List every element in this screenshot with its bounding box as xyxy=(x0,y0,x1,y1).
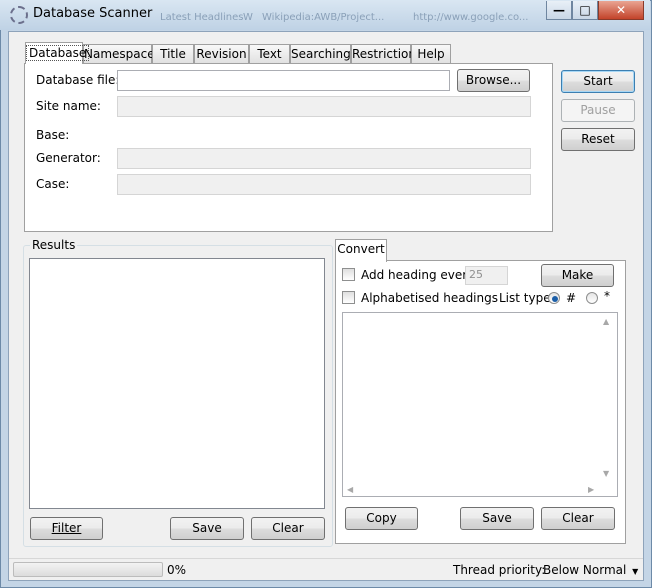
tab-text[interactable]: Text xyxy=(249,44,290,63)
dropdown-arrow-icon: ▼ xyxy=(632,567,639,576)
convert-clear-button[interactable]: Clear xyxy=(541,507,615,530)
list-type-bullet-label: * xyxy=(604,289,610,303)
progress-bar xyxy=(13,562,163,577)
thread-priority-dropdown[interactable]: Below Normal ▼ xyxy=(543,563,638,577)
scroll-up-icon[interactable]: ▲ xyxy=(603,318,609,326)
results-list[interactable] xyxy=(29,258,325,509)
list-type-label: List type xyxy=(499,291,551,305)
tab-label: Text xyxy=(257,47,282,61)
generator-label: Generator: xyxy=(36,151,101,165)
tab-label: Convert xyxy=(337,242,385,256)
tab-label: Title xyxy=(160,47,186,61)
app-gear-icon xyxy=(10,6,28,24)
ghost-tab-1: Latest Headlines xyxy=(160,12,244,23)
case-field xyxy=(117,174,531,195)
site-name-label: Site name: xyxy=(36,99,101,113)
pause-button[interactable]: Pause xyxy=(561,99,635,122)
filter-label: Filter xyxy=(51,521,82,535)
maximize-button[interactable]: □ xyxy=(572,1,598,20)
copy-button[interactable]: Copy xyxy=(345,507,418,530)
minimize-icon: — xyxy=(553,3,565,17)
case-label: Case: xyxy=(36,177,70,191)
maximize-icon: □ xyxy=(579,3,591,17)
tab-label: Database xyxy=(26,45,90,61)
scroll-right-icon[interactable]: ▶ xyxy=(588,486,594,494)
tab-searching[interactable]: Searching xyxy=(290,44,351,63)
scroll-down-icon[interactable]: ▼ xyxy=(603,470,609,478)
tab-label: Searching xyxy=(291,47,351,61)
close-button[interactable]: ✕ xyxy=(598,1,644,20)
database-file-input[interactable] xyxy=(117,70,450,91)
results-save-button[interactable]: Save xyxy=(170,517,244,540)
ghost-tab-2: W xyxy=(243,12,253,23)
progress-percent: 0% xyxy=(167,563,187,577)
tab-namespace[interactable]: Namespace xyxy=(83,44,155,63)
alphabetised-headings-label: Alphabetised headings xyxy=(361,291,498,305)
add-heading-checkbox[interactable] xyxy=(342,268,355,281)
ghost-tab-4: http://www.google.co... xyxy=(413,12,529,23)
ghost-tab-3: Wikipedia:AWB/Project... xyxy=(262,12,385,23)
results-label: Results xyxy=(30,238,78,252)
list-type-bullet-radio[interactable] xyxy=(586,292,598,304)
scroll-left-icon[interactable]: ◀ xyxy=(347,486,353,494)
site-name-field xyxy=(117,96,531,117)
minimize-button[interactable]: — xyxy=(546,1,572,20)
close-icon: ✕ xyxy=(615,3,627,17)
tab-database[interactable]: Database xyxy=(25,42,90,64)
browse-button[interactable]: Browse... xyxy=(457,69,530,92)
tab-title[interactable]: Title xyxy=(152,44,194,63)
heading-interval-spinner[interactable]: 25 xyxy=(465,266,508,285)
tab-revision[interactable]: Revision xyxy=(194,44,249,63)
start-button[interactable]: Start xyxy=(561,70,635,93)
alphabetised-headings-checkbox[interactable] xyxy=(342,291,355,304)
list-type-hash-label: # xyxy=(566,291,577,305)
convert-save-button[interactable]: Save xyxy=(460,507,534,530)
convert-output-textbox[interactable] xyxy=(342,312,618,497)
tab-label: Revision xyxy=(196,47,247,61)
add-heading-label: Add heading every xyxy=(361,268,475,282)
tab-label: Help xyxy=(417,47,445,61)
thread-priority-value: Below Normal xyxy=(543,563,627,577)
reset-button[interactable]: Reset xyxy=(561,128,635,151)
thread-priority-label: Thread priority: xyxy=(453,563,546,577)
tab-restriction[interactable]: Restriction xyxy=(351,44,416,63)
window-title: Database Scanner xyxy=(33,6,153,21)
tab-label: Namespace xyxy=(84,47,155,61)
generator-field xyxy=(117,148,531,169)
results-clear-button[interactable]: Clear xyxy=(251,517,325,540)
list-type-hash-radio[interactable] xyxy=(548,292,560,304)
filter-button[interactable]: Filter xyxy=(30,517,103,540)
make-button[interactable]: Make xyxy=(541,264,614,287)
tab-label: Restriction xyxy=(352,47,416,61)
database-file-label: Database file: xyxy=(36,73,120,87)
base-label: Base: xyxy=(36,128,70,142)
tab-help[interactable]: Help xyxy=(411,44,451,63)
tab-convert[interactable]: Convert xyxy=(335,239,387,262)
